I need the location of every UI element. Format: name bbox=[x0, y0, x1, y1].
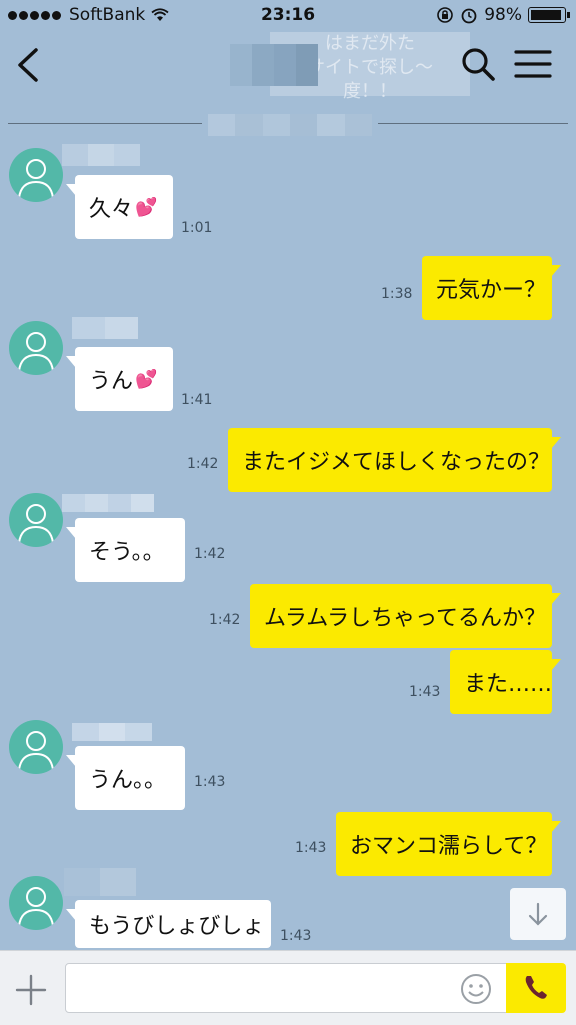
date-divider bbox=[0, 112, 576, 136]
message-text: またイジメてほしくなったの？ bbox=[242, 450, 551, 475]
back-button[interactable] bbox=[14, 46, 40, 88]
chat-title-redacted bbox=[230, 44, 318, 86]
sender-name-redacted bbox=[64, 868, 136, 896]
date-label-redacted bbox=[208, 114, 372, 136]
message-text: 元気かー？ bbox=[436, 278, 547, 303]
message-bubble[interactable]: うん。。 bbox=[66, 746, 185, 810]
emoji-button[interactable] bbox=[460, 973, 492, 1009]
status-right: 98% bbox=[436, 5, 570, 25]
back-icon bbox=[18, 48, 38, 82]
message-bubble[interactable]: そう。。 bbox=[66, 518, 185, 582]
message-bubble[interactable]: うん 💕 bbox=[66, 347, 173, 411]
message-input-container bbox=[65, 963, 507, 1013]
avatar-icon bbox=[18, 887, 54, 927]
add-button[interactable] bbox=[14, 973, 48, 1011]
avatar-icon bbox=[18, 504, 54, 544]
battery-icon bbox=[528, 7, 570, 23]
message-bubble[interactable]: もうびしょびしょ bbox=[66, 900, 271, 948]
message-time: 1:43 bbox=[409, 684, 441, 700]
arrow-down-icon bbox=[528, 902, 548, 926]
message-time: 1:42 bbox=[194, 546, 226, 562]
heart-icon: 💕 bbox=[135, 196, 158, 218]
search-icon bbox=[462, 48, 495, 81]
message-text: 久々 bbox=[89, 197, 134, 222]
phone-icon bbox=[525, 976, 547, 999]
message-bubble[interactable]: おマンコ濡らして？ bbox=[336, 812, 561, 876]
message-bubble[interactable]: また…… bbox=[450, 650, 561, 714]
message-time: 1:43 bbox=[194, 774, 226, 790]
message-text: また…… bbox=[464, 672, 553, 697]
message-time: 1:42 bbox=[209, 612, 241, 628]
chat-header: はまだ外た サイトで探し〜 度！！ bbox=[0, 32, 576, 102]
message-text: おマンコ濡らして？ bbox=[350, 834, 548, 859]
avatar[interactable] bbox=[9, 148, 63, 202]
message-time: 1:43 bbox=[280, 928, 312, 944]
message-bubble[interactable]: 久々 💕 bbox=[66, 175, 173, 239]
heart-icon: 💕 bbox=[135, 368, 158, 390]
message-time: 1:38 bbox=[381, 286, 413, 302]
sender-name-redacted bbox=[62, 144, 140, 166]
menu-icon bbox=[514, 50, 552, 78]
input-bar bbox=[0, 950, 576, 1025]
message-time: 1:41 bbox=[181, 392, 213, 408]
battery-percent: 98% bbox=[484, 5, 522, 25]
avatar-icon bbox=[18, 731, 54, 771]
sender-name-redacted bbox=[62, 494, 154, 512]
message-text: うん。。 bbox=[89, 768, 167, 793]
message-bubble[interactable]: ムラムラしちゃってるんか？ bbox=[250, 584, 561, 648]
message-text: うん bbox=[89, 369, 134, 394]
avatar[interactable] bbox=[9, 876, 63, 930]
message-text: ムラムラしちゃってるんか？ bbox=[264, 606, 547, 631]
scroll-to-bottom-button[interactable] bbox=[510, 888, 566, 940]
message-time: 1:43 bbox=[295, 840, 327, 856]
avatar-icon bbox=[18, 332, 54, 372]
alarm-icon bbox=[461, 8, 477, 24]
avatar[interactable] bbox=[9, 493, 63, 547]
call-button[interactable] bbox=[506, 963, 566, 1013]
search-button[interactable] bbox=[460, 46, 496, 86]
sender-name-redacted bbox=[72, 317, 138, 339]
plus-icon bbox=[15, 974, 47, 1006]
menu-button[interactable] bbox=[514, 48, 552, 84]
avatar[interactable] bbox=[9, 321, 63, 375]
message-input[interactable] bbox=[66, 964, 458, 1012]
sender-name-redacted bbox=[72, 723, 153, 741]
avatar-icon bbox=[18, 159, 54, 199]
emoji-icon bbox=[461, 974, 491, 1004]
message-bubble[interactable]: またイジメてほしくなったの？ bbox=[228, 428, 561, 492]
message-text: そう。。 bbox=[89, 540, 165, 565]
rotation-lock-icon bbox=[437, 7, 454, 23]
message-bubble[interactable]: 元気かー？ bbox=[422, 256, 561, 320]
status-bar: SoftBank 23:16 98% bbox=[0, 0, 576, 32]
message-time: 1:01 bbox=[181, 220, 213, 236]
message-text: もうびしょびしょ bbox=[89, 914, 265, 939]
avatar[interactable] bbox=[9, 720, 63, 774]
message-time: 1:42 bbox=[187, 456, 219, 472]
